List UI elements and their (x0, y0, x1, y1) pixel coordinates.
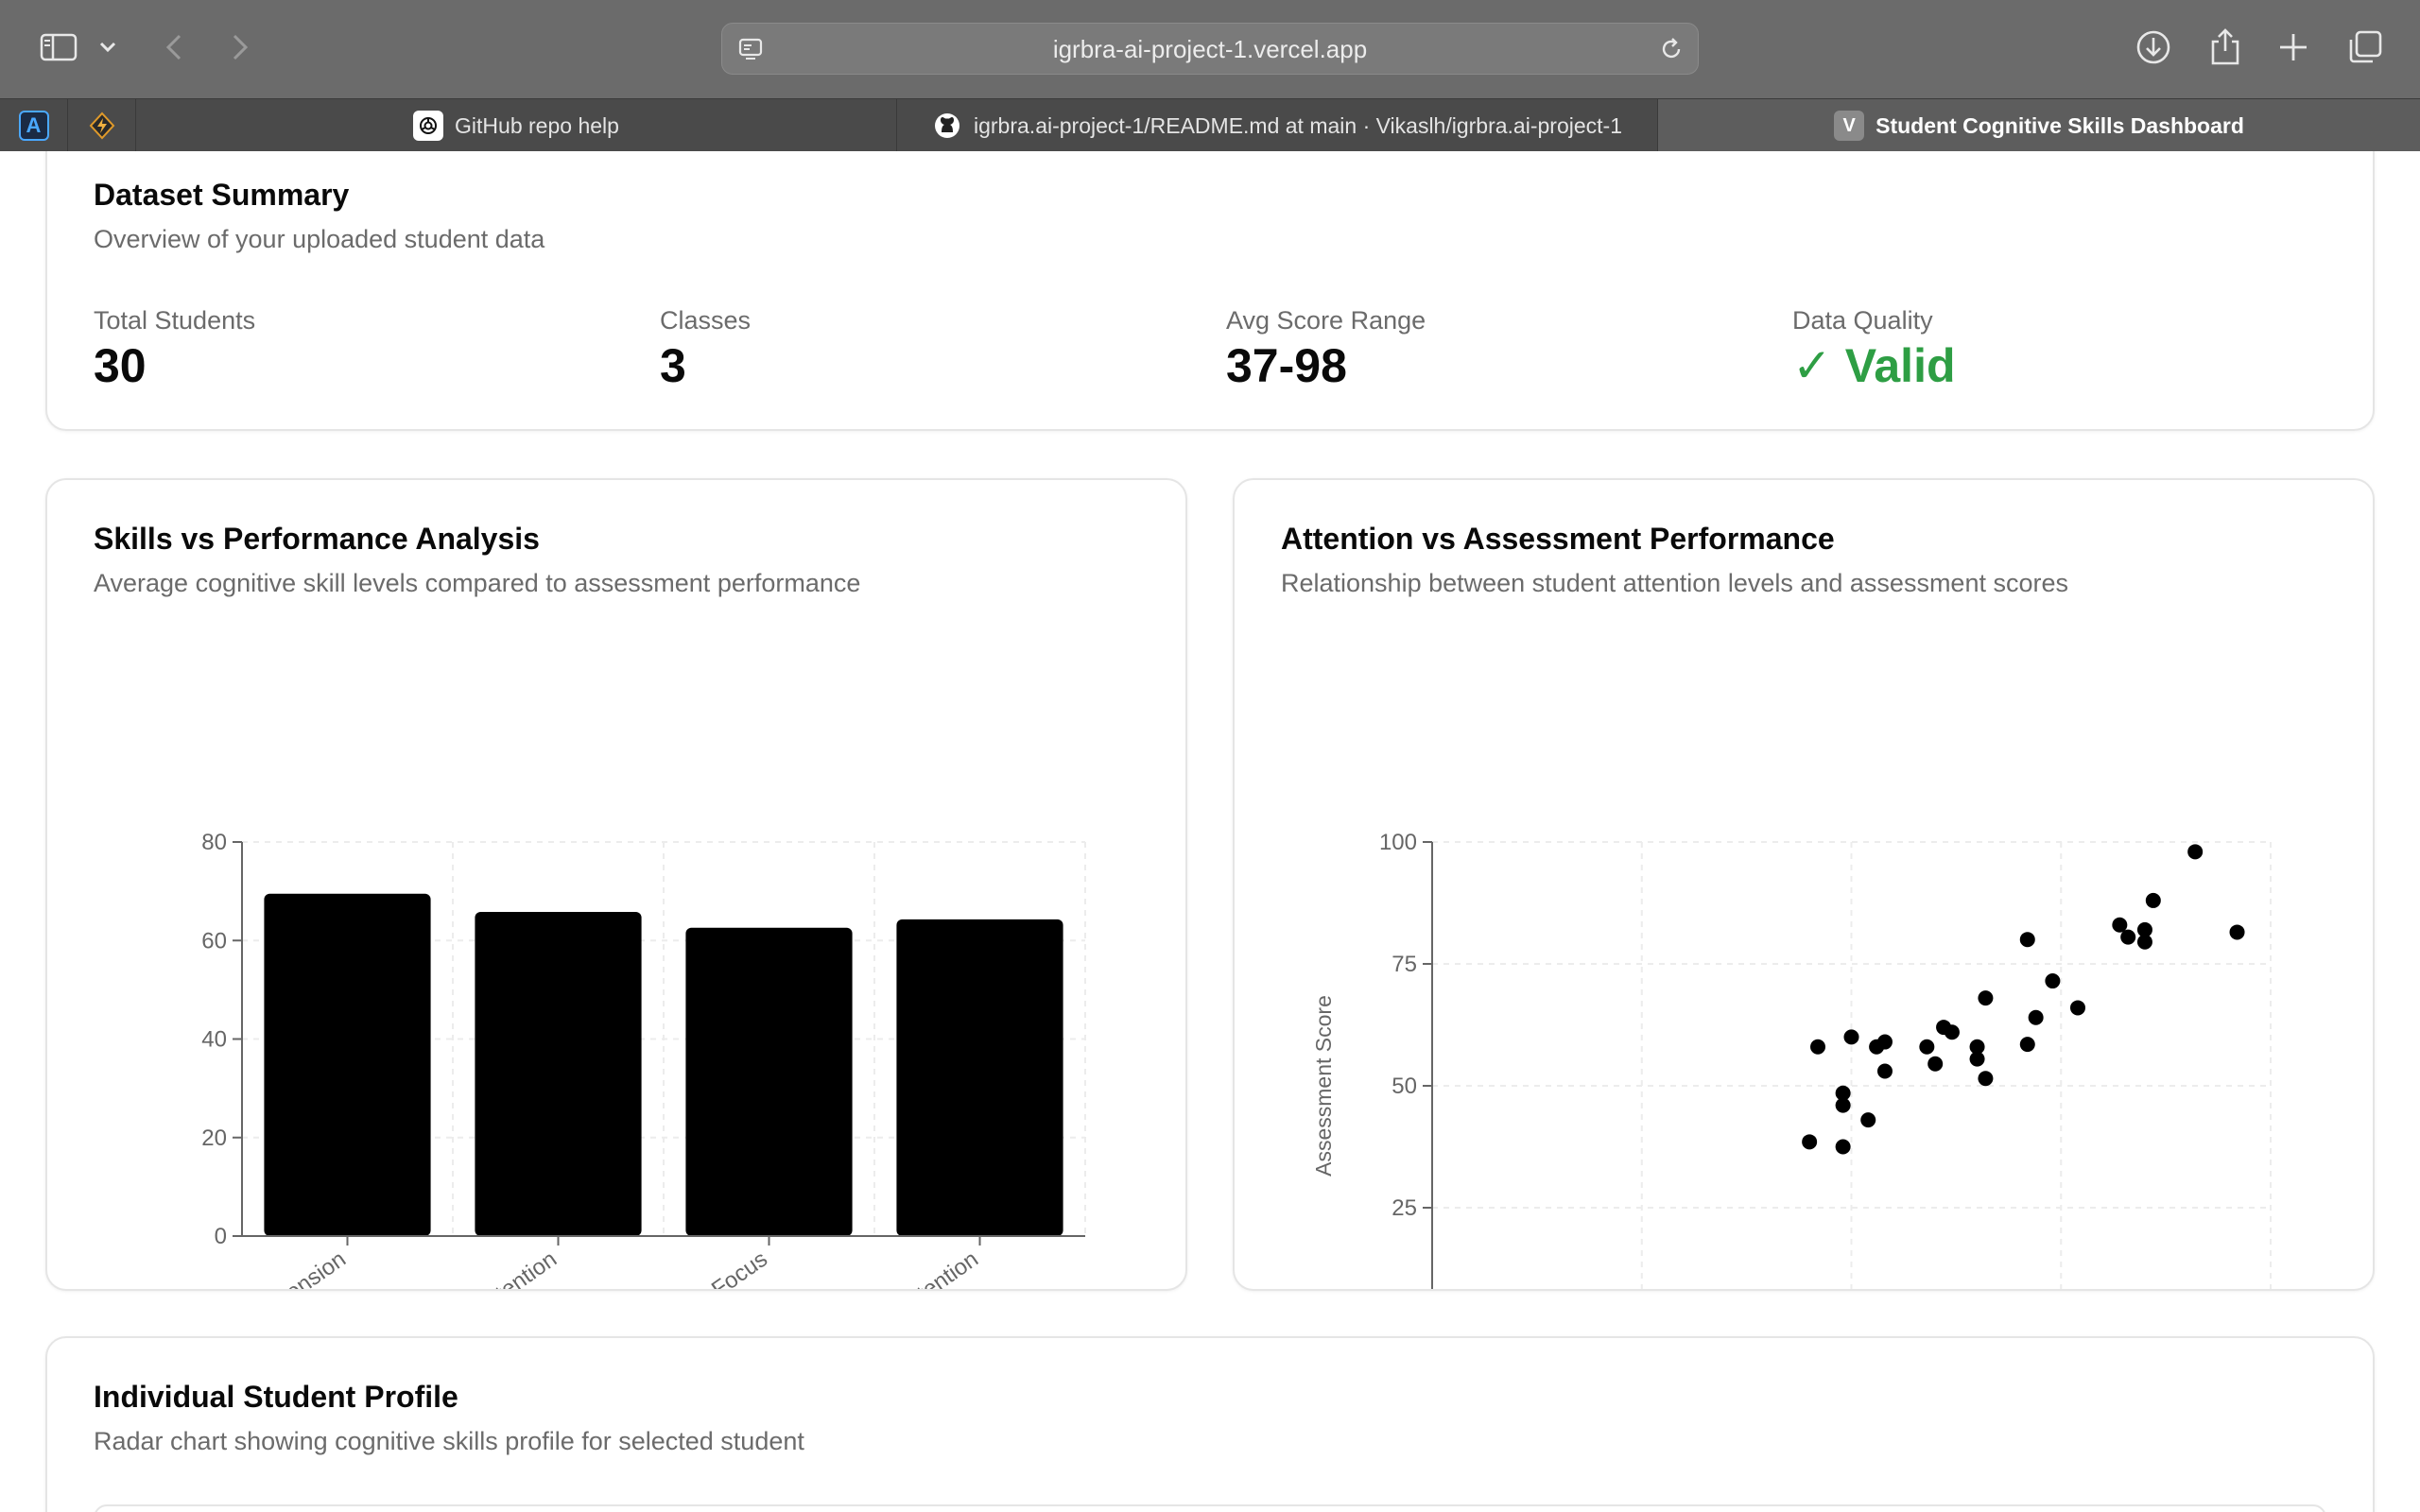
chevron-down-icon[interactable] (87, 25, 129, 70)
scatter-point (1802, 1134, 1818, 1150)
scatter-point (1860, 1112, 1876, 1128)
tab-label: GitHub repo help (455, 112, 619, 138)
page-content: Dataset Summary Overview of your uploade… (0, 151, 2420, 1512)
scatter-point (1944, 1024, 1960, 1040)
scatter-point (1843, 1029, 1859, 1045)
scatter-point (1978, 990, 1994, 1006)
openai-icon (413, 111, 444, 141)
y-tick-label: 50 (1392, 1074, 1417, 1099)
stat-label-data-quality: Data Quality (1792, 306, 1933, 335)
stat-value-total-students: 30 (94, 339, 147, 392)
github-icon (932, 111, 962, 141)
bar (264, 893, 431, 1236)
x-tick-label: Comprehension (205, 1246, 351, 1289)
tab-student-dashboard[interactable]: V Student Cognitive Skills Dashboard (1658, 99, 2420, 152)
scatter-point (1969, 1051, 1985, 1067)
x-tick-label: Focus (707, 1246, 772, 1289)
address-bar[interactable]: igrbra-ai-project-1.vercel.app (721, 23, 1699, 75)
x-tick-label: Retention (889, 1246, 983, 1289)
scatter-point (2028, 1009, 2044, 1025)
browser-toolbar: igrbra-ai-project-1.vercel.app (0, 0, 2420, 98)
student-profile-card: Individual Student Profile Radar chart s… (45, 1336, 2375, 1512)
y-tick-label: 60 (201, 928, 227, 954)
tab-overview-icon[interactable] (2342, 25, 2388, 70)
x-tick-label: Attention (474, 1246, 562, 1289)
sidebar-toggle-icon[interactable] (36, 25, 81, 70)
app-a-icon: A (18, 111, 49, 141)
scatter-point (2019, 932, 2035, 948)
card-title: Dataset Summary (94, 178, 350, 212)
skills-bar-chart: 0 20 40 60 80 Comprehension Attention Focus Rete… (201, 830, 1086, 1289)
tab-label: igrbra.ai-project-1/README.md at main · … (974, 112, 1622, 138)
scatter-point (1876, 1034, 1893, 1050)
url-text[interactable]: igrbra-ai-project-1.vercel.app (722, 24, 1698, 76)
share-icon[interactable] (2203, 25, 2248, 70)
stat-label-total-students: Total Students (94, 306, 256, 335)
tab-label: Student Cognitive Skills Dashboard (1876, 112, 2244, 138)
tab-github-repo-help[interactable]: GitHub repo help (136, 99, 897, 152)
bar (475, 912, 642, 1236)
back-arrow-icon[interactable] (151, 25, 197, 70)
dataset-summary-card: Dataset Summary Overview of your uploade… (45, 151, 2375, 431)
y-tick-label: 75 (1392, 952, 1417, 977)
scatter-point (2187, 844, 2204, 860)
scatter-point (1919, 1039, 1935, 1055)
tab-github-readme[interactable]: igrbra.ai-project-1/README.md at main · … (897, 99, 1658, 152)
stat-label-classes: Classes (660, 306, 752, 335)
scatter-point (1876, 1063, 1893, 1079)
scatter-point (1810, 1039, 1826, 1055)
scatter-point (2120, 929, 2136, 945)
pinned-tab-2[interactable] (68, 99, 136, 152)
y-tick-label: 25 (1392, 1195, 1417, 1221)
y-tick-label: 100 (1379, 830, 1417, 855)
bar (896, 919, 1063, 1236)
y-axis-label: Assessment Score (1311, 995, 1336, 1177)
reload-icon[interactable] (1658, 36, 1685, 67)
stat-label-avg-score-range: Avg Score Range (1226, 306, 1426, 335)
scatter-point (2145, 892, 2161, 908)
scatter-point (2136, 934, 2152, 950)
scatter-point (1927, 1056, 1944, 1072)
stat-value-classes: 3 (660, 339, 686, 392)
scatter-point (2045, 973, 2061, 989)
y-tick-label: 80 (201, 830, 227, 855)
y-tick-label: 0 (215, 1224, 227, 1249)
scatter-point (1978, 1071, 1994, 1087)
scatter-point (1835, 1085, 1851, 1101)
new-tab-plus-icon[interactable] (2271, 25, 2316, 70)
student-select[interactable] (94, 1504, 2326, 1512)
bolt-logo-icon (89, 112, 114, 140)
card-subtitle: Overview of your uploaded student data (94, 225, 545, 253)
stat-value-avg-score-range: 37-98 (1226, 339, 1347, 392)
scatter-point (2019, 1037, 2035, 1053)
attention-assessment-card: Attention vs Assessment Performance Rela… (1233, 478, 2375, 1291)
attention-scatter-chart: 02550751000255075100Assessment ScoreAtte… (1311, 830, 2272, 1289)
card-subtitle: Radar chart showing cognitive skills pro… (94, 1427, 804, 1455)
v-app-icon: V (1834, 111, 1865, 141)
forward-arrow-icon[interactable] (217, 25, 263, 70)
pinned-tab-1[interactable]: A (0, 99, 68, 152)
scatter-point (2069, 1000, 2085, 1016)
y-tick-label: 40 (201, 1027, 227, 1053)
stat-value-data-quality: ✓ Valid (1792, 339, 1956, 392)
y-tick-label: 20 (201, 1125, 227, 1151)
tab-bar: A GitHub repo help igrbra.ai-project-1/R… (0, 98, 2420, 152)
downloads-icon[interactable] (2131, 25, 2176, 70)
scatter-point (1835, 1139, 1851, 1155)
skills-performance-card: Skills vs Performance Analysis Average c… (45, 478, 1187, 1291)
bar (685, 927, 853, 1236)
scatter-point (2229, 924, 2245, 940)
card-title: Individual Student Profile (94, 1380, 458, 1414)
